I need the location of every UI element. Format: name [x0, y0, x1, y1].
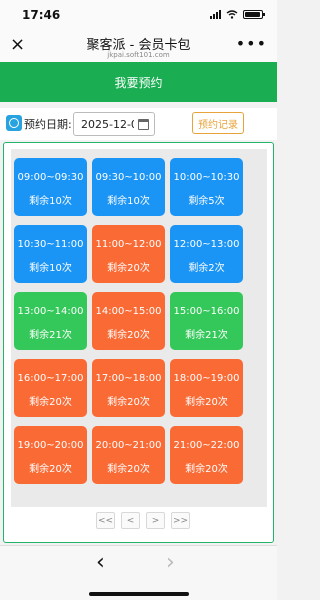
- slot-time: 17:00~18:00: [95, 373, 162, 384]
- slot-remaining: 剩余20次: [29, 397, 72, 408]
- slot-time: 11:00~12:00: [95, 239, 162, 250]
- booking-records-button[interactable]: 预约记录: [192, 112, 244, 134]
- status-time: 17:46: [22, 8, 61, 22]
- slot-time: 20:00~21:00: [95, 440, 162, 451]
- slot-remaining: 剩余21次: [29, 330, 72, 341]
- slot-remaining: 剩余21次: [185, 330, 228, 341]
- slot-remaining: 剩余20次: [107, 330, 150, 341]
- time-slot[interactable]: 10:00~10:30 剩余5次: [170, 158, 243, 216]
- slot-remaining: 剩余20次: [107, 263, 150, 274]
- pagination: << < > >>: [96, 512, 190, 529]
- slot-time: 21:00~22:00: [173, 440, 240, 451]
- more-icon[interactable]: •••: [236, 34, 267, 53]
- slot-remaining: 剩余10次: [107, 196, 150, 207]
- slot-remaining: 剩余20次: [185, 397, 228, 408]
- slot-time: 14:00~15:00: [95, 306, 162, 317]
- time-slot[interactable]: 21:00~22:00 剩余20次: [170, 426, 243, 484]
- time-slot[interactable]: 15:00~16:00 剩余21次: [170, 292, 243, 350]
- time-slot[interactable]: 09:00~09:30 剩余10次: [14, 158, 87, 216]
- time-slot[interactable]: 16:00~17:00 剩余20次: [14, 359, 87, 417]
- slot-time: 10:00~10:30: [173, 172, 240, 183]
- nav-bar: × 聚客派 - 会员卡包 jkpai.soft101.com •••: [0, 30, 277, 62]
- slot-time: 09:00~09:30: [17, 172, 84, 183]
- wifi-icon: [226, 10, 238, 19]
- back-icon[interactable]: ‹: [96, 552, 105, 574]
- slot-time: 16:00~17:00: [17, 373, 84, 384]
- slot-time: 09:30~10:00: [95, 172, 162, 183]
- slot-time: 15:00~16:00: [173, 306, 240, 317]
- calendar-icon[interactable]: [134, 113, 152, 135]
- next-page-button[interactable]: >: [146, 512, 165, 529]
- date-label: 预约日期:: [24, 118, 72, 131]
- section-title: 我要预约: [114, 75, 163, 90]
- slot-grid: 09:00~09:30 剩余10次 09:30~10:00 剩余10次 10:00~10…: [11, 149, 267, 507]
- signal-icon: [210, 10, 221, 19]
- status-icons: [210, 10, 265, 19]
- time-slot[interactable]: 17:00~18:00 剩余20次: [92, 359, 165, 417]
- slot-remaining: 剩余10次: [29, 263, 72, 274]
- time-slot[interactable]: 18:00~19:00 剩余20次: [170, 359, 243, 417]
- slot-remaining: 剩余20次: [185, 464, 228, 475]
- last-page-button[interactable]: >>: [171, 512, 190, 529]
- slot-time: 12:00~13:00: [173, 239, 240, 250]
- slot-remaining: 剩余10次: [29, 196, 72, 207]
- prev-page-button[interactable]: <: [121, 512, 140, 529]
- slot-time: 13:00~14:00: [17, 306, 84, 317]
- slot-remaining: 剩余2次: [188, 263, 225, 274]
- slot-time: 18:00~19:00: [173, 373, 240, 384]
- slot-remaining: 剩余20次: [29, 464, 72, 475]
- bottom-bar: ‹ ›: [0, 545, 277, 600]
- forward-icon[interactable]: ›: [166, 552, 175, 574]
- slot-remaining: 剩余20次: [107, 397, 150, 408]
- time-slot[interactable]: 10:30~11:00 剩余10次: [14, 225, 87, 283]
- status-bar: 17:46: [0, 0, 277, 30]
- first-page-button[interactable]: <<: [96, 512, 115, 529]
- slot-panel: 09:00~09:30 剩余10次 09:30~10:00 剩余10次 10:00~10…: [3, 142, 274, 543]
- clock-icon: [6, 115, 22, 131]
- time-slot[interactable]: 13:00~14:00 剩余21次: [14, 292, 87, 350]
- time-slot[interactable]: 12:00~13:00 剩余2次: [170, 225, 243, 283]
- time-slot[interactable]: 09:30~10:00 剩余10次: [92, 158, 165, 216]
- time-slot[interactable]: 19:00~20:00 剩余20次: [14, 426, 87, 484]
- time-slot[interactable]: 20:00~21:00 剩余20次: [92, 426, 165, 484]
- section-header: 我要预约: [0, 62, 277, 102]
- slot-remaining: 剩余20次: [107, 464, 150, 475]
- slot-time: 10:30~11:00: [17, 239, 84, 250]
- home-indicator: [89, 592, 189, 596]
- battery-icon: [243, 10, 265, 19]
- date-input[interactable]: 2025-12-02: [73, 112, 155, 136]
- time-slot[interactable]: 11:00~12:00 剩余20次: [92, 225, 165, 283]
- date-row: 预约日期: 2025-12-02 预约记录: [0, 108, 277, 140]
- slot-time: 19:00~20:00: [17, 440, 84, 451]
- time-slot[interactable]: 14:00~15:00 剩余20次: [92, 292, 165, 350]
- slot-remaining: 剩余5次: [188, 196, 225, 207]
